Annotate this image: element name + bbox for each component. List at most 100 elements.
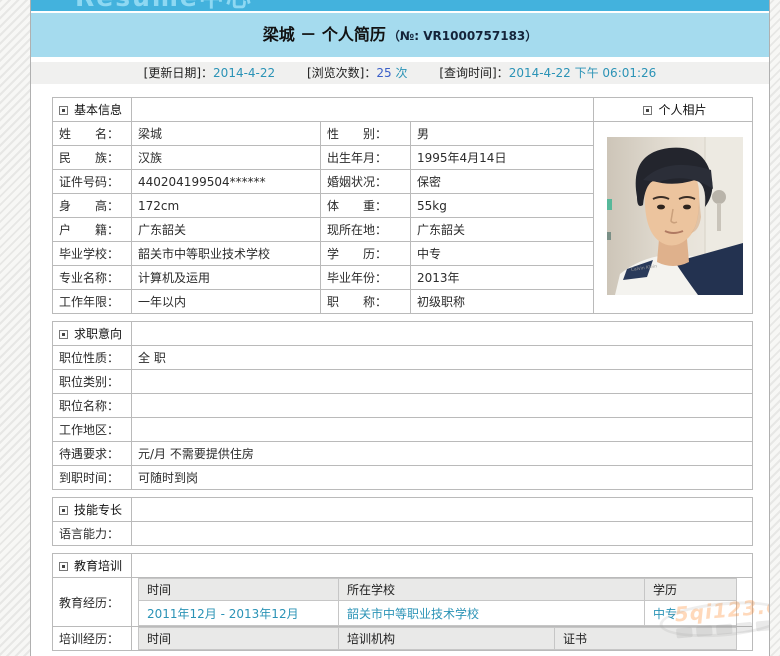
- section-header-spacer: [132, 498, 753, 522]
- skills-table: 技能专长 语言能力：: [52, 497, 753, 546]
- column-header: 培训机构: [339, 628, 555, 650]
- column-header: 时间: [139, 628, 339, 650]
- section-header-spacer: [132, 554, 753, 578]
- field-value: 广东韶关: [411, 218, 594, 242]
- training-history-table: 时间 培训机构 证书: [138, 627, 737, 650]
- education-history-row: 教育经历： 时间 所在学校 学历 2011年12月 - 2013年12月 韶关市…: [53, 578, 753, 627]
- field-value: 2013年: [411, 266, 594, 290]
- column-header: 证书: [555, 628, 737, 650]
- field-label: 职位性质：: [53, 346, 132, 370]
- education-period: 2011年12月 - 2013年12月: [139, 601, 339, 626]
- table-row: 职位名称：: [53, 394, 753, 418]
- field-label: 婚姻状况：: [321, 170, 411, 194]
- collapse-toggle-icon[interactable]: [59, 506, 68, 515]
- training-history-row: 培训经历： 时间 培训机构 证书: [53, 627, 753, 651]
- top-banner: Resume中心: [31, 0, 769, 11]
- section-header-spacer: [132, 322, 753, 346]
- collapse-toggle-icon[interactable]: [643, 106, 652, 115]
- field-value: [132, 418, 753, 442]
- query-time-group: [查询时间]：2014-4-22 下午 06:01:26: [439, 66, 656, 80]
- collapse-toggle-icon[interactable]: [59, 562, 68, 571]
- section-header-basic-info: 基本信息: [53, 98, 132, 122]
- job-intention-section-row: 求职意向: [53, 322, 753, 346]
- table-row: 2011年12月 - 2013年12月 韶关市中等职业技术学校 中专: [139, 601, 737, 626]
- view-count-group: [浏览次数]：25 次: [307, 66, 408, 80]
- meta-info-bar: [更新日期]：2014-4-22 [浏览次数]：25 次 [查询时间]：2014…: [31, 62, 769, 84]
- view-count-label: [浏览次数]：: [307, 66, 376, 80]
- view-count-value: 25: [376, 66, 391, 80]
- field-label: 学 历：: [321, 242, 411, 266]
- field-label: 民 族：: [53, 146, 132, 170]
- education-table: 教育培训 教育经历： 时间 所在学校 学历 2011年12月 - 2013年12…: [52, 553, 753, 651]
- field-value: 男: [411, 122, 594, 146]
- field-value: [132, 370, 753, 394]
- field-label: 职 称：: [321, 290, 411, 314]
- photo-section-title: 个人相片: [658, 103, 706, 117]
- job-intention-table: 求职意向 职位性质： 全 职 职位类别： 职位名称： 工作地区： 待遇要求： 元…: [52, 321, 753, 490]
- basic-info-table: 基本信息 个人相片 姓 名： 梁城 性 别： 男: [52, 97, 753, 314]
- table-row: 职位类别：: [53, 370, 753, 394]
- field-label: 身 高：: [53, 194, 132, 218]
- field-label: 到职时间：: [53, 466, 132, 490]
- field-label: 语言能力：: [53, 522, 132, 546]
- field-value: 可随时到岗: [132, 466, 753, 490]
- education-school: 韶关市中等职业技术学校: [339, 601, 645, 626]
- table-row: 到职时间： 可随时到岗: [53, 466, 753, 490]
- field-label: 出生年月：: [321, 146, 411, 170]
- field-value: 梁城: [132, 122, 321, 146]
- field-label: 姓 名：: [53, 122, 132, 146]
- section-title: 教育培训: [74, 559, 122, 573]
- education-degree: 中专: [645, 601, 737, 626]
- field-label: 毕业年份：: [321, 266, 411, 290]
- training-history-cell: 时间 培训机构 证书: [132, 627, 753, 651]
- field-label: 职位类别：: [53, 370, 132, 394]
- update-date-value: 2014-4-22: [213, 66, 275, 80]
- collapse-toggle-icon[interactable]: [59, 106, 68, 115]
- nested-header-row: 时间 所在学校 学历: [139, 579, 737, 601]
- field-value: 广东韶关: [132, 218, 321, 242]
- table-row: 工作地区：: [53, 418, 753, 442]
- field-label: 培训经历：: [53, 627, 132, 651]
- education-history-table: 时间 所在学校 学历 2011年12月 - 2013年12月 韶关市中等职业技术…: [138, 578, 737, 626]
- resume-title-bar: 梁城 － 个人简历（№: VR1000757183）: [31, 13, 769, 57]
- field-label: 现所在地：: [321, 218, 411, 242]
- field-value: 元/月 不需要提供住房: [132, 442, 753, 466]
- field-value: 440204199504******: [132, 170, 321, 194]
- skills-section-row: 技能专长: [53, 498, 753, 522]
- column-header: 所在学校: [339, 579, 645, 601]
- field-label: 性 别：: [321, 122, 411, 146]
- section-header-photo: 个人相片: [594, 98, 753, 122]
- collapse-toggle-icon[interactable]: [59, 330, 68, 339]
- field-label: 体 重：: [321, 194, 411, 218]
- update-date-label: [更新日期]：: [144, 66, 213, 80]
- field-label: 户 籍：: [53, 218, 132, 242]
- field-value: [132, 394, 753, 418]
- field-label: 专业名称：: [53, 266, 132, 290]
- candidate-photo[interactable]: Calvin Klein: [607, 137, 743, 295]
- page-title: 梁城 － 个人简历: [263, 25, 386, 44]
- section-header-spacer: [132, 98, 594, 122]
- table-row: 职位性质： 全 职: [53, 346, 753, 370]
- field-label: 证件号码：: [53, 170, 132, 194]
- field-label: 毕业学校：: [53, 242, 132, 266]
- field-value: 1995年4月14日: [411, 146, 594, 170]
- field-value: 初级职称: [411, 290, 594, 314]
- education-history-cell: 时间 所在学校 学历 2011年12月 - 2013年12月 韶关市中等职业技术…: [132, 578, 753, 627]
- field-value: 55kg: [411, 194, 594, 218]
- field-value: 汉族: [132, 146, 321, 170]
- education-section-row: 教育培训: [53, 554, 753, 578]
- update-date-group: [更新日期]：2014-4-22: [144, 66, 275, 80]
- field-label: 工作地区：: [53, 418, 132, 442]
- column-header: 学历: [645, 579, 737, 601]
- resume-page: Resume中心 梁城 － 个人简历（№: VR1000757183） [更新日…: [30, 0, 770, 656]
- query-time-value: 2014-4-22 下午 06:01:26: [509, 66, 657, 80]
- section-title: 技能专长: [74, 503, 122, 517]
- nested-header-row: 时间 培训机构 证书: [139, 628, 737, 650]
- section-header-education: 教育培训: [53, 554, 132, 578]
- column-header: 时间: [139, 579, 339, 601]
- section-title: 求职意向: [74, 327, 122, 341]
- field-label: 工作年限：: [53, 290, 132, 314]
- field-value: 中专: [411, 242, 594, 266]
- section-title: 基本信息: [74, 103, 122, 117]
- field-value: 韶关市中等职业技术学校: [132, 242, 321, 266]
